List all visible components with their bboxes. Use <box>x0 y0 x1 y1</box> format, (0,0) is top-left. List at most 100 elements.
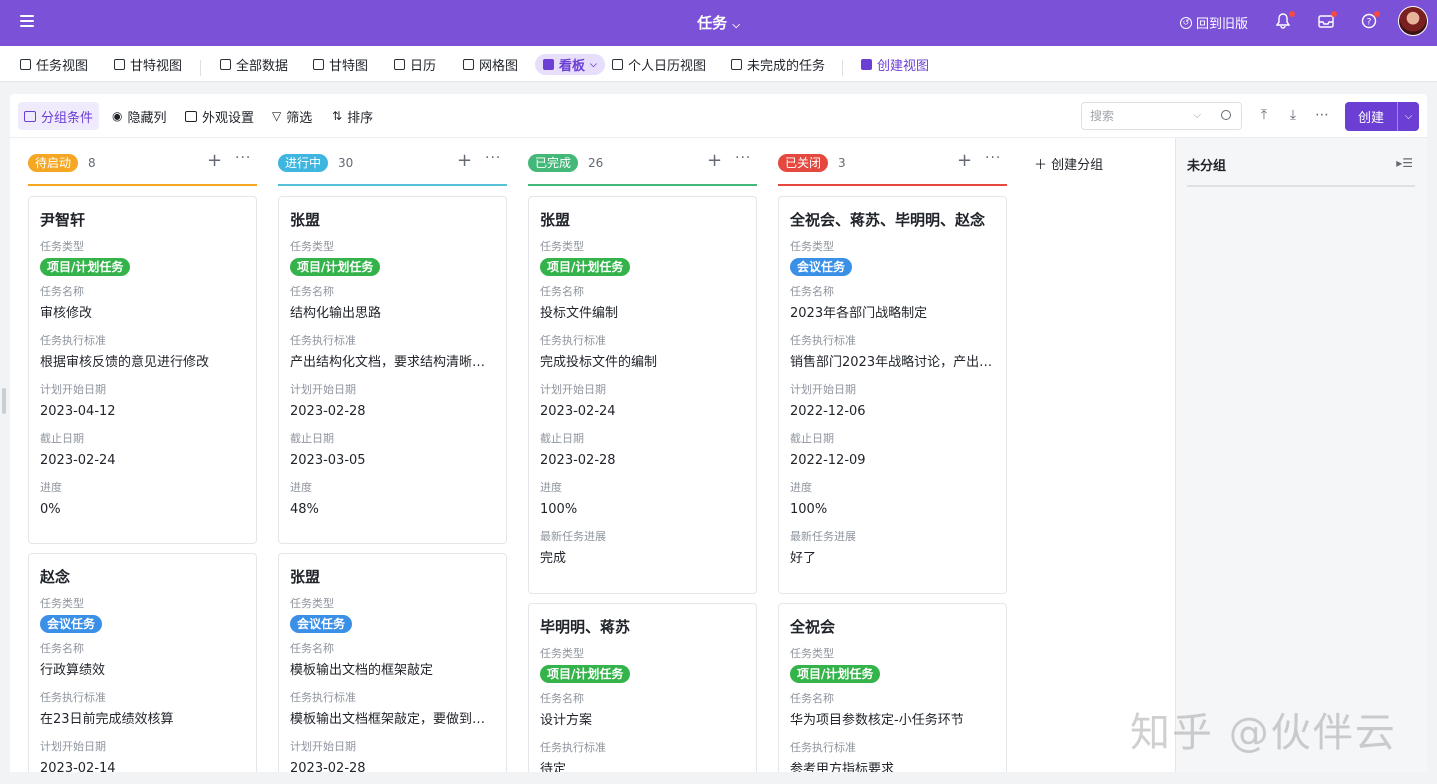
tab-kanban[interactable]: 看板 ⌵ <box>535 54 605 75</box>
more-icon[interactable]: ··· <box>235 150 251 166</box>
chevron-down-icon[interactable]: ⌵ <box>732 20 740 31</box>
task-type-badge: 项目/计划任务 <box>790 665 881 683</box>
create-view-button[interactable]: 创建视图 <box>857 54 933 75</box>
more-icon[interactable]: ··· <box>735 150 751 166</box>
group-by-button[interactable]: 分组条件 <box>18 102 100 130</box>
add-group-button[interactable]: ＋ 创建分组 <box>1034 154 1103 173</box>
add-group-label: 创建分组 <box>1051 158 1104 173</box>
start-date: 2023-02-14 <box>40 761 116 772</box>
tab-gantt-view[interactable]: 甘特视图 <box>110 54 186 75</box>
search-input[interactable]: 搜索 ⌵ <box>1081 102 1242 130</box>
tab-label: 全部数据 <box>236 59 289 74</box>
task-card[interactable]: 毕明明、蒋苏 任务类型 项目/计划任务 任务名称 设计方案 任务执行标准 待定 <box>528 603 757 772</box>
board-toolbar: 分组条件 ◉ 隐藏列 外观设置 ▽ 筛选 ⇅ 排序 搜索 ⌵ ⤒ ⤓ ⋯ 创建 ⌵ <box>10 94 1427 138</box>
tab-grid[interactable]: 网格图 <box>459 54 522 75</box>
task-name: 模板输出文档的框架敲定 <box>290 663 434 678</box>
bell-icon[interactable] <box>1275 11 1295 31</box>
start-date: 2023-02-28 <box>290 404 366 419</box>
upload-icon[interactable]: ⤒ <box>1256 107 1272 123</box>
task-card[interactable]: 赵念 任务类型 会议任务 任务名称 行政算绩效 任务执行标准 在23日前完成绩效… <box>28 553 257 772</box>
more-icon[interactable]: ⋯ <box>1314 107 1330 123</box>
field-label: 任务类型 <box>40 597 84 610</box>
collapse-list-icon[interactable]: ▸☰ <box>1396 156 1413 170</box>
task-card[interactable]: 全祝会 任务类型 项目/计划任务 任务名称 华为项目参数核定-小任务环节 任务执… <box>778 603 1007 772</box>
tab-unfinished-tasks[interactable]: 未完成的任务 <box>727 54 829 75</box>
field-label: 任务执行标准 <box>540 741 606 754</box>
grid-icon <box>220 59 231 70</box>
tab-all-data[interactable]: 全部数据 <box>216 54 292 75</box>
task-card[interactable]: 张盟 任务类型 项目/计划任务 任务名称 投标文件编制 任务执行标准 完成投标文… <box>528 196 757 594</box>
download-icon[interactable]: ⤓ <box>1285 107 1301 123</box>
add-card-icon[interactable]: + <box>207 152 222 170</box>
tab-personal-calendar[interactable]: 个人日历视图 <box>608 54 710 75</box>
card-title: 全祝会 <box>790 618 836 636</box>
tab-calendar[interactable]: 日历 <box>390 54 440 75</box>
column-header: 已完成 26 + ··· <box>528 138 757 186</box>
avatar[interactable] <box>1398 6 1428 36</box>
resize-handle[interactable] <box>2 388 6 414</box>
help-icon[interactable]: ? <box>1361 11 1380 31</box>
field-label: 任务名称 <box>40 642 84 655</box>
task-standard: 参考甲方指标要求 <box>790 762 895 772</box>
column-count: 8 <box>88 156 96 170</box>
task-standard: 模板输出文档框架敲定，要做到结... <box>290 712 495 727</box>
field-label: 计划开始日期 <box>290 383 356 396</box>
gantt-icon <box>313 59 324 70</box>
more-icon[interactable]: ··· <box>485 150 501 166</box>
tab-label: 未完成的任务 <box>747 59 826 74</box>
chevron-down-icon[interactable]: ⌵ <box>1397 102 1419 131</box>
filter-label: 筛选 <box>286 110 313 126</box>
due-date: 2023-02-28 <box>540 453 616 468</box>
appearance-button[interactable]: 外观设置 <box>179 102 260 130</box>
column-count: 30 <box>338 156 354 170</box>
sort-icon: ⇅ <box>332 109 343 123</box>
field-label: 进度 <box>540 481 562 494</box>
calendar-icon <box>394 59 405 70</box>
task-name: 设计方案 <box>540 713 593 728</box>
task-name: 华为项目参数核定-小任务环节 <box>790 713 964 728</box>
back-to-old-version-link[interactable]: ↺ 回到旧版 <box>1180 13 1248 32</box>
tab-gantt-chart[interactable]: 甘特图 <box>309 54 372 75</box>
field-label: 任务执行标准 <box>290 334 356 347</box>
app-title[interactable]: 任务 <box>697 14 727 32</box>
card-title: 全祝会、蒋苏、毕明明、赵念 <box>790 211 986 229</box>
search-icon[interactable] <box>1221 110 1231 120</box>
add-card-icon[interactable]: + <box>957 152 972 170</box>
tab-label: 日历 <box>410 59 437 74</box>
task-card[interactable]: 尹智轩 任务类型 项目/计划任务 任务名称 审核修改 任务执行标准 根据审核反馈… <box>28 196 257 544</box>
menu-icon[interactable] <box>20 15 34 27</box>
inbox-icon[interactable] <box>1318 11 1337 31</box>
progress-value: 48% <box>290 502 319 517</box>
hide-columns-button[interactable]: ◉ 隐藏列 <box>106 102 173 130</box>
task-card[interactable]: 全祝会、蒋苏、毕明明、赵念 任务类型 会议任务 任务名称 2023年各部门战略制… <box>778 196 1007 594</box>
more-icon[interactable]: ··· <box>985 150 1001 166</box>
column-header: 进行中 30 + ··· <box>278 138 507 186</box>
create-label: 创建 <box>1357 111 1384 126</box>
chevron-down-icon[interactable]: ⌵ <box>1193 103 1201 129</box>
add-card-icon[interactable]: + <box>707 152 722 170</box>
field-label: 任务类型 <box>540 647 584 660</box>
tab-task-view[interactable]: 任务视图 <box>16 54 92 75</box>
field-label: 截止日期 <box>40 432 84 445</box>
group-label: 分组条件 <box>41 110 94 126</box>
start-date: 2023-02-24 <box>540 404 616 419</box>
chevron-down-icon[interactable]: ⌵ <box>590 60 597 70</box>
sort-button[interactable]: ⇅ 排序 <box>326 102 379 130</box>
field-label: 截止日期 <box>790 432 834 445</box>
task-card[interactable]: 张盟 任务类型 会议任务 任务名称 模板输出文档的框架敲定 任务执行标准 模板输… <box>278 553 507 772</box>
start-date: 2023-02-28 <box>290 761 366 772</box>
watermark: 知乎 @伙伴云 <box>1130 710 1397 756</box>
task-type-badge: 项目/计划任务 <box>40 258 131 276</box>
task-type-badge: 会议任务 <box>290 615 353 633</box>
appearance-label: 外观设置 <box>202 110 255 126</box>
table-icon <box>731 59 742 70</box>
filter-button[interactable]: ▽ 筛选 <box>266 102 318 130</box>
task-card[interactable]: 张盟 任务类型 项目/计划任务 任务名称 结构化输出思路 任务执行标准 产出结构… <box>278 196 507 544</box>
add-card-icon[interactable]: + <box>457 152 472 170</box>
calendar-icon <box>612 59 623 70</box>
svg-text:?: ? <box>1367 18 1372 28</box>
create-button[interactable]: 创建 ⌵ <box>1345 102 1419 131</box>
column-count: 26 <box>588 156 604 170</box>
task-standard: 待定 <box>540 762 567 772</box>
search-placeholder: 搜索 <box>1090 109 1115 123</box>
